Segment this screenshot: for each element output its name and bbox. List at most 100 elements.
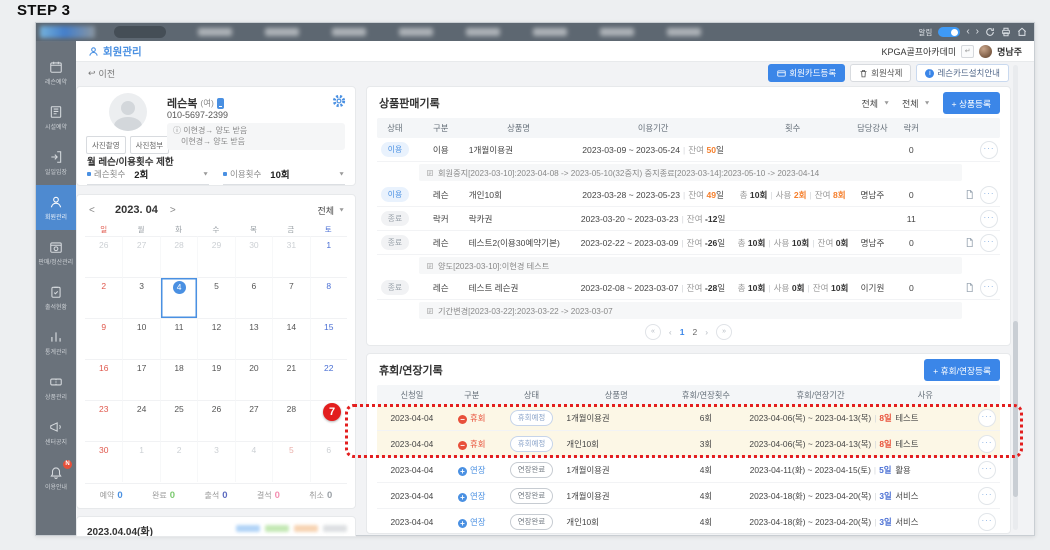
calendar-day[interactable]: 12 <box>197 318 235 359</box>
sidebar-item-products[interactable]: 상품관리 <box>36 365 76 410</box>
calendar-day[interactable]: 15 <box>309 318 347 359</box>
calendar-day[interactable]: 30 <box>85 441 123 482</box>
calendar-next-button[interactable]: > <box>170 205 184 216</box>
pause-table-row[interactable]: 2023-04-04 + 연장 연장완료 개인10회 4회 2023-04-18(화) ~ … <box>377 509 1000 535</box>
row-actions-button[interactable]: ··· <box>978 460 997 479</box>
pause-table-row-highlighted[interactable]: 2023-04-04 − 휴회 휴회예정 개인10회 3회 2023-04-06(목) ~ … <box>377 431 1000 457</box>
switch-academy-icon[interactable]: ↵ <box>961 44 975 58</box>
calendar-day[interactable]: 10 <box>122 318 160 359</box>
pause-table-row-highlighted[interactable]: 2023-04-04 − 휴회 휴회예정 1개월이용권 6회 2023-04-06(목) ~… <box>377 405 1000 431</box>
sales-filter-2[interactable]: 전체 ▼ <box>902 97 931 110</box>
calendar-day[interactable]: 25 <box>159 400 198 441</box>
avatar[interactable] <box>979 44 993 58</box>
add-pause-extension-button[interactable]: + 휴회/연장등록 <box>924 359 1000 381</box>
sidebar-item-statistics[interactable]: 통계관리 <box>36 320 76 365</box>
row-actions-button[interactable]: ··· <box>980 233 999 252</box>
topbar-pill-button[interactable] <box>114 26 166 38</box>
calendar-day[interactable]: 18 <box>159 359 198 400</box>
calendar-day[interactable]: 3 <box>197 441 235 482</box>
calendar-day[interactable]: 17 <box>122 359 160 400</box>
calendar-day[interactable]: 30 <box>234 236 273 277</box>
profile-photo[interactable] <box>109 93 147 131</box>
row-actions-button[interactable]: ··· <box>979 209 998 228</box>
sidebar-item-notice[interactable]: 센터공지 <box>36 410 76 455</box>
sales-table-row[interactable]: 종료 레슨 테스트 레슨권 2023-02-08 ~ 2023-03-07 | 잔여 -2… <box>377 276 1000 300</box>
calendar-prev-button[interactable]: < <box>89 205 103 216</box>
pagination-nav[interactable]: ‹ <box>669 327 672 337</box>
row-actions-button[interactable]: ··· <box>979 185 998 204</box>
member-card-register-button[interactable]: 회원카드등록 <box>768 64 846 82</box>
calendar-day[interactable]: 31 <box>272 236 310 277</box>
sidebar-item-facility-booking[interactable]: 시설예약 <box>36 95 76 140</box>
document-icon[interactable] <box>964 189 975 200</box>
calendar-day[interactable]: 21 <box>272 359 310 400</box>
calendar-day[interactable]: 28 <box>159 236 198 277</box>
add-product-button[interactable]: + 상품등록 <box>942 92 1000 114</box>
scrollbar-thumb[interactable] <box>1013 320 1018 498</box>
calendar-day[interactable]: 4 <box>159 277 198 318</box>
member-delete-button[interactable]: 회원삭제 <box>850 64 912 82</box>
pagination-page-2[interactable]: 2 <box>693 327 698 337</box>
use-count-select[interactable]: 이용횟수 10회 ▼ <box>223 167 345 185</box>
calendar-day[interactable]: 6 <box>309 441 347 482</box>
calendar-day[interactable]: 5 <box>197 277 235 318</box>
gear-icon[interactable] <box>332 94 346 108</box>
document-icon[interactable] <box>964 237 975 248</box>
sales-table-row[interactable]: 이용 레슨 개인10회 2023-03-28 ~ 2023-05-23 | 잔여 49일 총… <box>377 183 1000 207</box>
topbar-menu-item-blurred[interactable] <box>466 28 500 36</box>
document-icon[interactable] <box>964 282 975 293</box>
sidebar-item-member-management[interactable]: 회원관리 <box>36 185 76 230</box>
pagination-nav[interactable]: › <box>705 327 708 337</box>
calendar-day[interactable]: 24 <box>122 400 160 441</box>
calendar-day[interactable]: 11 <box>159 318 198 359</box>
topbar-menu-item-blurred[interactable] <box>265 28 299 36</box>
calendar-day[interactable]: 1 <box>309 236 347 277</box>
calendar-day[interactable]: 16 <box>85 359 123 400</box>
calendar-day[interactable]: 26 <box>85 236 123 277</box>
calendar-day[interactable]: 22 <box>309 359 347 400</box>
sales-table-row[interactable]: 종료 락커 락카권 2023-03-20 ~ 2023-03-23 | 잔여 -12일 11… <box>377 207 1000 231</box>
topbar-menu-item-blurred[interactable] <box>198 28 232 36</box>
row-actions-button[interactable]: ··· <box>980 278 999 297</box>
pagination-nav[interactable]: « <box>644 324 661 340</box>
sidebar-item-attendance[interactable]: 출석현황 <box>36 275 76 320</box>
lesson-count-select[interactable]: 레슨횟수 2회 ▼ <box>87 167 209 185</box>
calendar-day[interactable]: 6 <box>234 277 273 318</box>
nav-back-icon[interactable]: ‹ <box>966 23 969 41</box>
sales-table-row[interactable]: 이용 이용 1개월이용권 2023-03-09 ~ 2023-05-24 | 잔여 50일… <box>377 138 1000 162</box>
sales-table-row[interactable]: 종료 레슨 테스트2(이용30예약기본) 2023-02-22 ~ 2023-03-0… <box>377 231 1000 255</box>
photo-capture-button[interactable]: 사진촬영 <box>86 136 126 154</box>
sales-filter-1[interactable]: 전체 ▼ <box>862 97 891 110</box>
calendar-day[interactable]: 14 <box>272 318 310 359</box>
calendar-day[interactable]: 2 <box>159 441 198 482</box>
pagination-nav[interactable]: » <box>716 324 733 340</box>
calendar-day[interactable]: 26 <box>197 400 235 441</box>
topbar-menu-item-blurred[interactable] <box>332 28 366 36</box>
calendar-day[interactable]: 29 <box>197 236 235 277</box>
calendar-day[interactable]: 2 <box>85 277 123 318</box>
home-icon[interactable] <box>1017 27 1027 37</box>
row-actions-button[interactable]: ··· <box>979 140 998 159</box>
back-link[interactable]: ↩ 이전 <box>88 67 115 80</box>
nav-forward-icon[interactable]: › <box>976 23 979 41</box>
notification-toggle[interactable] <box>938 27 961 37</box>
topbar-menu-item-blurred[interactable] <box>600 28 634 36</box>
pagination-page-1[interactable]: 1 <box>680 327 685 337</box>
row-actions-button[interactable]: ··· <box>978 512 997 531</box>
calendar-day[interactable]: 3 <box>122 277 160 318</box>
calendar-day[interactable]: 1 <box>122 441 160 482</box>
calendar-day[interactable]: 27 <box>122 236 160 277</box>
pause-table-row[interactable]: 2023-04-04 + 연장 연장완료 1개월이용권 4회 2023-04-11(화) ~… <box>377 457 1000 483</box>
topbar-menu-item-blurred[interactable] <box>533 28 567 36</box>
sidebar-item-sales-settlement[interactable]: 판매/정산관리 <box>36 230 76 275</box>
calendar-day[interactable]: 23 <box>85 400 123 441</box>
print-icon[interactable] <box>1001 27 1011 37</box>
vertical-scrollbar[interactable] <box>1013 65 1018 530</box>
calendar-day[interactable]: 4 <box>234 441 273 482</box>
sidebar-item-guide[interactable]: 이용안내 N <box>36 455 76 500</box>
topbar-menu-item-blurred[interactable] <box>667 28 701 36</box>
calendar-day[interactable]: 7 <box>272 277 310 318</box>
calendar-day[interactable]: 5 <box>272 441 310 482</box>
calendar-day[interactable]: 28 <box>272 400 310 441</box>
calendar-day[interactable]: 13 <box>234 318 273 359</box>
